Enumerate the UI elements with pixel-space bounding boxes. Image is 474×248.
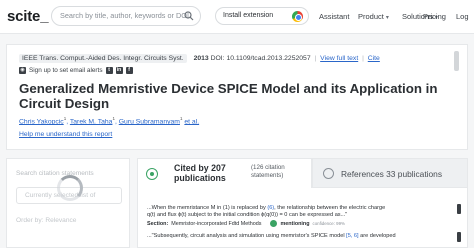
linkedin-icon[interactable]: in (115, 67, 123, 74)
citation-tabs: Cited by 207 publications (126 citation … (137, 158, 468, 188)
install-extension-label: Install extension (223, 12, 274, 19)
citation-ref-link[interactable]: [5, 6] (346, 233, 358, 239)
facebook-icon[interactable]: f (125, 67, 133, 74)
author-list: Chris Yakopcic1, Tarek M. Taha1, Guru Su… (19, 116, 200, 126)
author-affiliation: 1 (112, 116, 115, 121)
author-affiliation: 1 (179, 116, 183, 121)
author-link[interactable]: Chris Yakopcic (19, 118, 64, 125)
paper-year: 2013 (193, 55, 209, 62)
cited-by-count: Cited by 207 publications (174, 163, 226, 183)
nav-assistant[interactable]: Assistant (319, 12, 349, 21)
citation-search-panel: Search citation statements Currently sel… (6, 158, 130, 248)
citation-section-row: Section: Memristor-incorporated Fdtd Met… (147, 220, 345, 227)
search-placeholder: Search by title, author, keywords or DOI (60, 11, 189, 20)
nav-product[interactable]: Product ▾ (358, 12, 389, 21)
help-understand-link[interactable]: Help me understand this report (19, 131, 112, 138)
divider: | (362, 55, 364, 62)
journal-name[interactable]: IEEE Trans. Comput.-Aided Des. Integr. C… (19, 54, 187, 63)
author-link[interactable]: Tarek M. Taha (70, 118, 113, 125)
email-alert-label[interactable]: Sign up to set email alerts (29, 67, 103, 74)
nav-pricing[interactable]: Pricing (423, 12, 446, 21)
citation-text: ..."Subsequently, circuit analysis and s… (147, 232, 447, 240)
install-extension-button[interactable]: Install extension (215, 7, 309, 25)
order-by-select[interactable]: Order by: Relevance (16, 217, 76, 224)
citation-action-handle[interactable] (457, 204, 461, 214)
search-citation-heading: Search citation statements (16, 170, 94, 177)
nav-product-label: Product (358, 12, 384, 21)
cited-by-icon (146, 168, 158, 180)
confidence-label: confidence: 99% (312, 221, 345, 226)
citation-text-line2: q(t) and flux ϕ(t) subject to the initia… (147, 212, 348, 218)
scite-logo[interactable]: scite_ (7, 8, 49, 25)
mentioning-label: mentioning (280, 220, 310, 227)
mentioning-icon (270, 220, 278, 227)
section-label: Section: (147, 220, 169, 227)
side-handle[interactable] (454, 51, 459, 71)
tab-cited-by[interactable]: Cited by 207 publications (126 citation … (137, 158, 312, 188)
references-icon (323, 168, 334, 179)
citation-text-part: ..."Subsequently, circuit analysis and s… (147, 233, 345, 239)
paper-card: IEEE Trans. Comput.-Aided Des. Integr. C… (6, 44, 468, 150)
chrome-icon (292, 11, 303, 22)
references-label: References 33 publications (341, 169, 443, 179)
paper-meta: IEEE Trans. Comput.-Aided Des. Integr. C… (19, 54, 380, 63)
paper-doi: DOI: 10.1109/tcad.2013.2252057 (210, 55, 311, 62)
author-link[interactable]: Guru Subramanyam (119, 118, 180, 125)
citation-statements-count: (126 citation statements) (251, 164, 285, 179)
twitter-icon[interactable]: t (105, 67, 113, 74)
author-affiliation: 1 (63, 116, 67, 121)
paper-title: Generalized Memristive Device SPICE Mode… (19, 81, 438, 111)
divider: | (314, 55, 317, 62)
citation-text-part: are developed (360, 233, 396, 239)
cite-link[interactable]: Cite (368, 55, 380, 62)
top-nav: scite_ Search by title, author, keywords… (0, 0, 474, 34)
chevron-down-icon: ▾ (385, 15, 389, 21)
alert-row: ◉ Sign up to set email alerts t in f (19, 67, 133, 74)
loading-spinner-icon (57, 175, 83, 201)
search-input[interactable]: Search by title, author, keywords or DOI (51, 6, 201, 26)
et-al-link[interactable]: et al. (184, 118, 199, 125)
view-full-text-link[interactable]: View full text (320, 55, 358, 62)
section-name: Memristor-incorporated Fdtd Methods (171, 220, 262, 227)
citation-action-handle[interactable] (457, 232, 461, 242)
nav-login[interactable]: Log (456, 12, 469, 21)
citation-list: ...When the memristance M in (1) is repl… (137, 188, 468, 248)
search-icon[interactable] (184, 11, 194, 21)
tab-references[interactable]: References 33 publications (312, 158, 468, 188)
bell-icon[interactable]: ◉ (19, 67, 26, 74)
